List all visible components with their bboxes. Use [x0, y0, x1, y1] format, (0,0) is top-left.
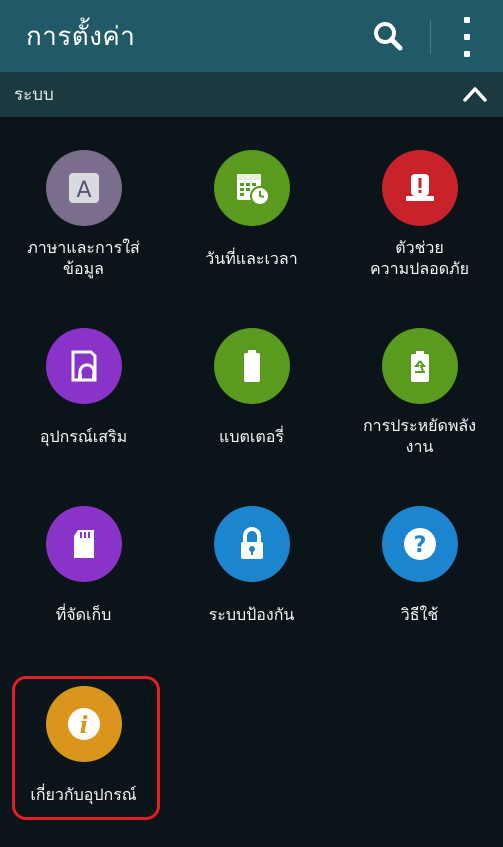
settings-item-battery[interactable]: แบตเตอรี่	[168, 295, 335, 473]
info-icon: i	[45, 686, 122, 762]
settings-item-storage[interactable]: ที่จัดเก็บ	[0, 473, 167, 651]
settings-item-label: วิธีใช้	[400, 604, 439, 624]
battery-icon	[213, 328, 290, 404]
help-icon: ?	[381, 506, 458, 582]
more-vertical-icon[interactable]	[455, 17, 479, 57]
svg-text:?: ?	[413, 533, 426, 558]
app-bar: การตั้งค่า	[0, 0, 503, 72]
appbar-divider	[430, 20, 431, 54]
settings-item-label: การประหยัดพลัง งาน	[362, 416, 477, 456]
settings-item-label: วันที่และเวลา	[205, 248, 298, 268]
sd-card-icon	[45, 506, 122, 582]
settings-item-label: แบตเตอรี่	[219, 426, 284, 446]
settings-item-label: ภาษาและการใส่ ข้อมูล	[27, 238, 140, 278]
settings-item-date-time[interactable]: วันที่และเวลา	[168, 117, 335, 295]
settings-item-language[interactable]: A ภาษาและการใส่ ข้อมูล	[0, 117, 167, 295]
settings-item-help[interactable]: ? วิธีใช้	[336, 473, 503, 651]
search-icon[interactable]	[372, 20, 404, 52]
language-input-icon: A	[45, 150, 122, 226]
settings-item-label: เกี่ยวกับอุปกรณ์	[30, 784, 137, 804]
settings-item-power-saving[interactable]: การประหยัดพลัง งาน	[336, 295, 503, 473]
accessory-icon	[45, 328, 122, 404]
chevron-up-icon[interactable]	[462, 84, 488, 104]
settings-item-label: ตัวช่วย ความปลอดภัย	[369, 238, 470, 278]
settings-item-label: อุปกรณ์เสริม	[39, 426, 128, 446]
safety-alert-icon	[381, 150, 458, 226]
power-saving-icon	[381, 328, 458, 404]
page-title: การตั้งค่า	[26, 21, 136, 52]
settings-item-label: ที่จัดเก็บ	[55, 604, 112, 624]
section-label: ระบบ	[14, 85, 54, 105]
settings-item-label: ระบบป้องกัน	[208, 604, 295, 624]
settings-item-security[interactable]: ระบบป้องกัน	[168, 473, 335, 651]
settings-item-accessories[interactable]: อุปกรณ์เสริม	[0, 295, 167, 473]
settings-item-safety-assistance[interactable]: ตัวช่วย ความปลอดภัย	[336, 117, 503, 295]
calendar-clock-icon	[213, 150, 290, 226]
svg-text:i: i	[79, 712, 88, 739]
settings-item-about-device[interactable]: i เกี่ยวกับอุปกรณ์	[0, 669, 167, 847]
svg-text:A: A	[76, 178, 91, 203]
lock-icon	[213, 506, 290, 582]
section-header-system[interactable]: ระบบ	[0, 72, 503, 117]
